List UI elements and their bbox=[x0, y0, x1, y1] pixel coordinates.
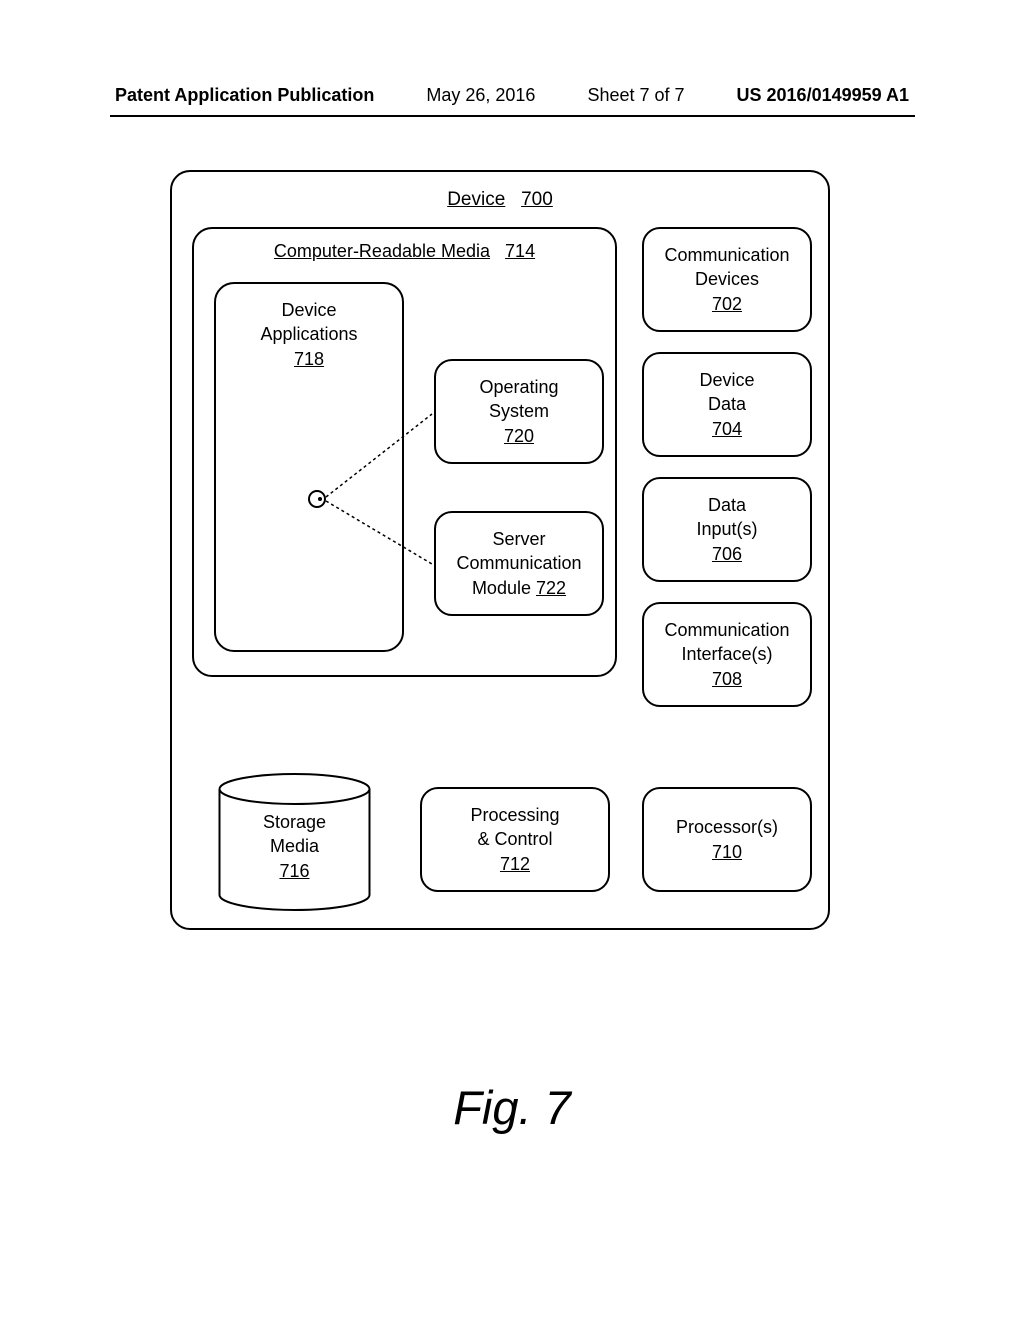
device-applications-box: Device Applications 718 bbox=[214, 282, 404, 652]
server-comm-module-box: Server Communication Module 722 bbox=[434, 511, 604, 616]
page-header: Patent Application Publication May 26, 2… bbox=[0, 85, 1024, 106]
communication-devices-box: Communication Devices 702 bbox=[642, 227, 812, 332]
storage-label: Storage Media 716 bbox=[217, 810, 372, 883]
figure-diagram: Device 700 Computer-Readable Media 714 D… bbox=[170, 170, 830, 930]
figure-label: Fig. 7 bbox=[453, 1080, 571, 1135]
data-inputs-box: Data Input(s) 706 bbox=[642, 477, 812, 582]
operating-system-box: Operating System 720 bbox=[434, 359, 604, 464]
publication-label: Patent Application Publication bbox=[115, 85, 374, 106]
publication-date: May 26, 2016 bbox=[426, 85, 535, 106]
sheet-number: Sheet 7 of 7 bbox=[587, 85, 684, 106]
media-title: Computer-Readable Media 714 bbox=[274, 241, 535, 262]
device-title: Device 700 bbox=[447, 189, 553, 211]
device-box: Device 700 Computer-Readable Media 714 D… bbox=[170, 170, 830, 930]
processing-control-box: Processing & Control 712 bbox=[420, 787, 610, 892]
header-rule bbox=[110, 115, 915, 117]
device-data-box: Device Data 704 bbox=[642, 352, 812, 457]
publication-number: US 2016/0149959 A1 bbox=[737, 85, 909, 106]
computer-readable-media-box: Computer-Readable Media 714 Device Appli… bbox=[192, 227, 617, 677]
communication-interfaces-box: Communication Interface(s) 708 bbox=[642, 602, 812, 707]
processors-box: Processor(s) 710 bbox=[642, 787, 812, 892]
apps-label: Device Applications 718 bbox=[216, 298, 402, 371]
storage-media-cylinder: Storage Media 716 bbox=[217, 772, 372, 912]
connector-dot bbox=[308, 490, 326, 508]
